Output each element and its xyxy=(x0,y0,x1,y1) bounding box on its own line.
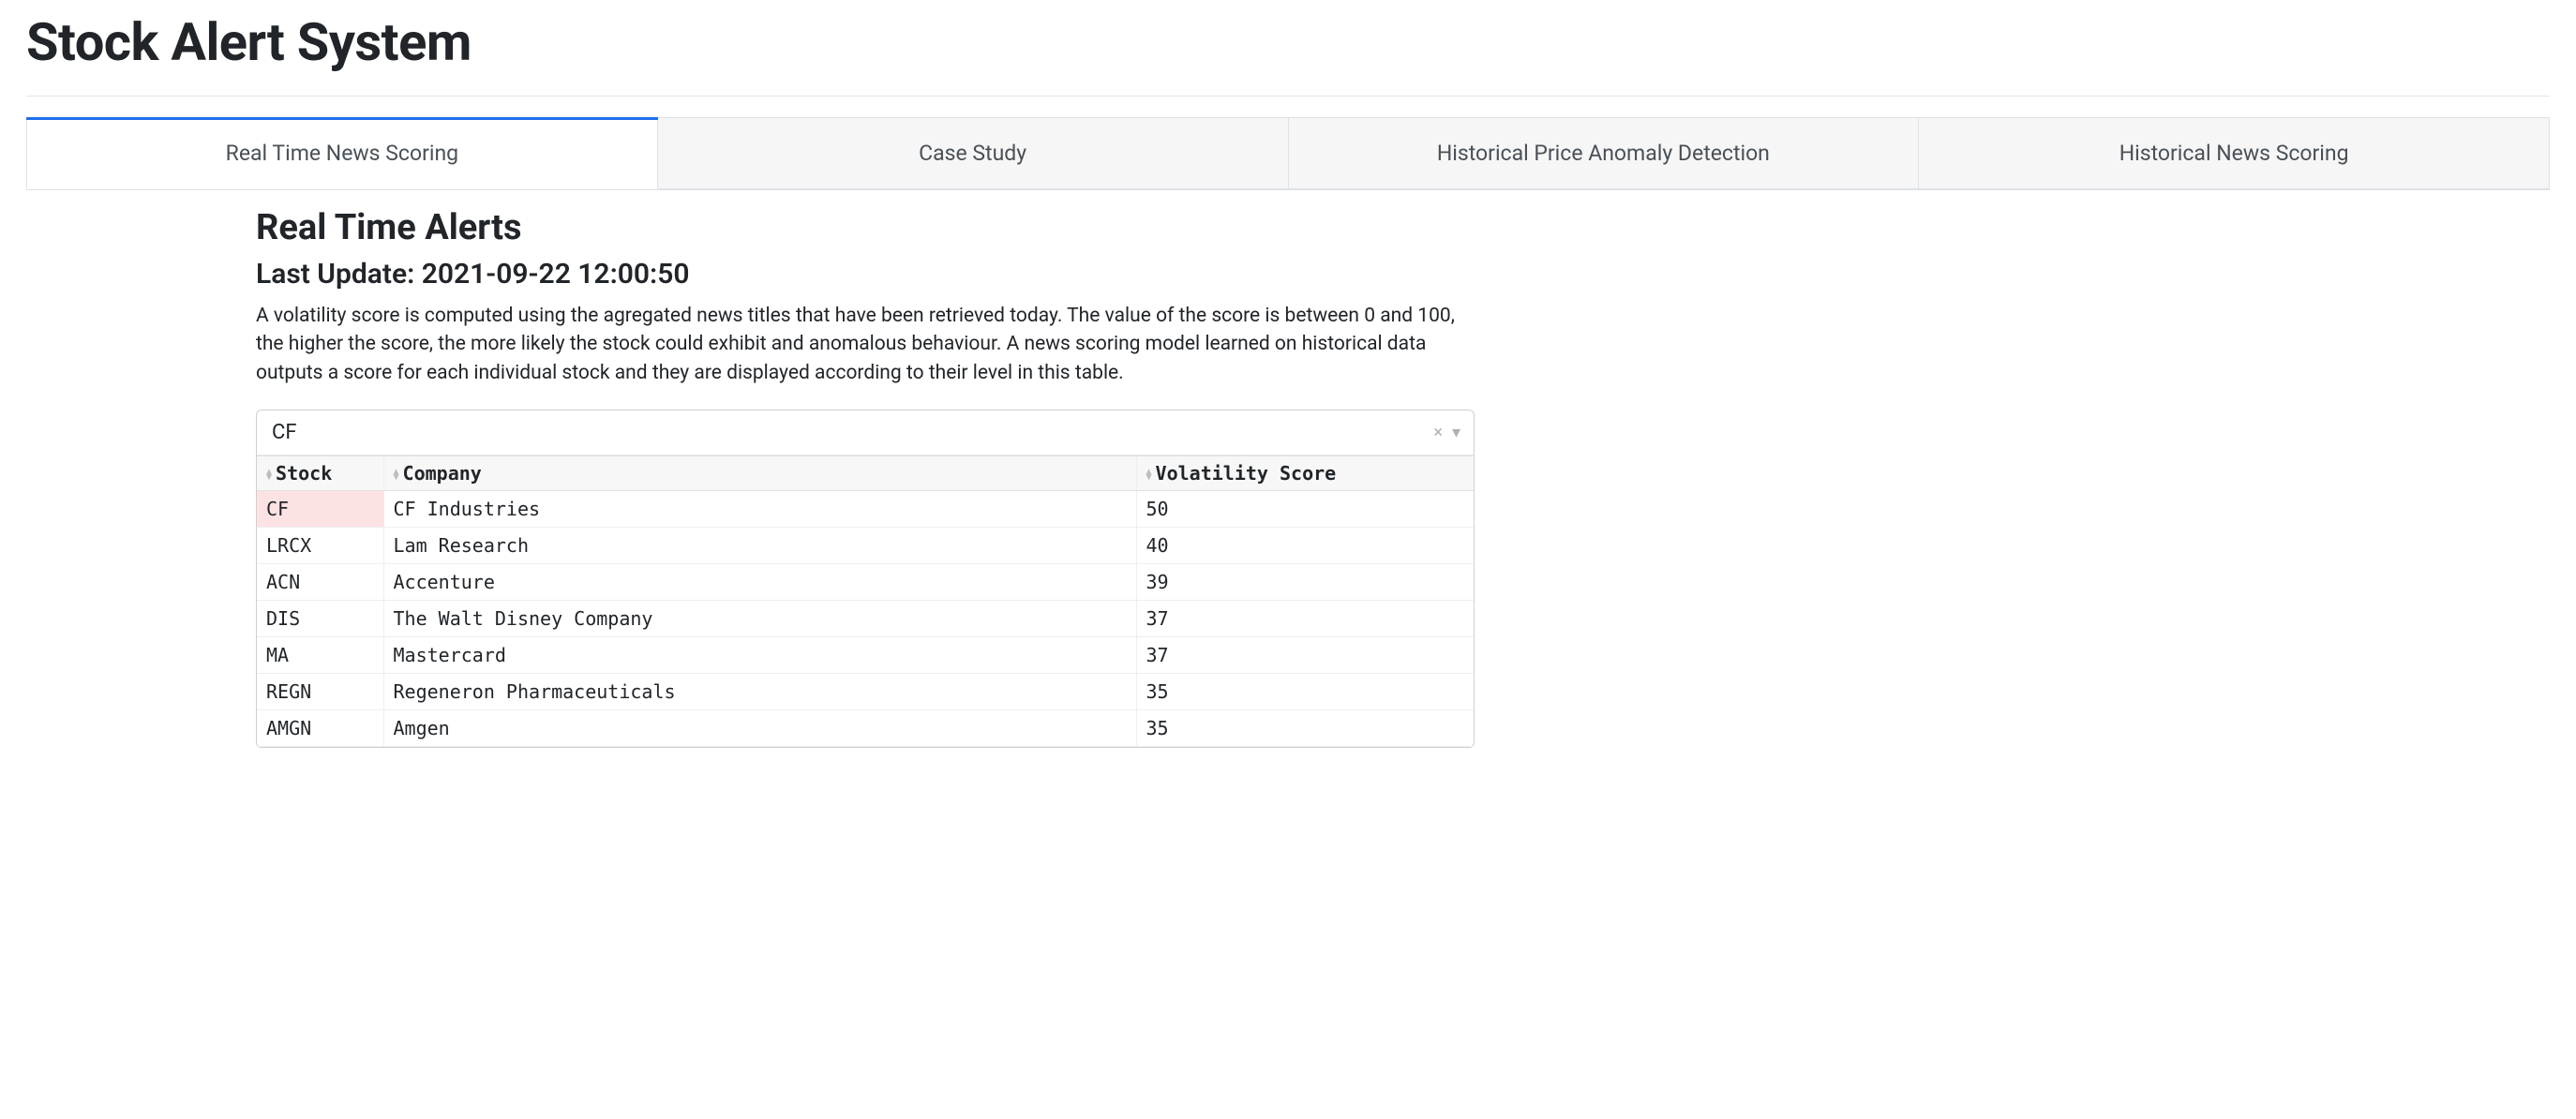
cell-company: The Walt Disney Company xyxy=(383,601,1136,637)
table-row[interactable]: LRCXLam Research40 xyxy=(257,528,1474,564)
table-row[interactable]: AMGNAmgen35 xyxy=(257,710,1474,747)
cell-company: CF Industries xyxy=(383,491,1136,528)
filter-input[interactable] xyxy=(270,420,1433,445)
main-content: Real Time Alerts Last Update: 2021-09-22… xyxy=(256,190,1475,748)
column-header-label: Volatility Score xyxy=(1156,462,1337,485)
data-table-container: × ▾ ▲▼ Stock ▲▼ Company ▲▼ Volatility Score C… xyxy=(256,410,1475,748)
tab-case-study[interactable]: Case Study xyxy=(658,117,1289,189)
title-separator xyxy=(26,96,2550,97)
column-header-label: Stock xyxy=(276,462,332,485)
table-row[interactable]: CFCF Industries50 xyxy=(257,491,1474,528)
dropdown-icon[interactable]: ▾ xyxy=(1452,425,1460,441)
table-row[interactable]: DISThe Walt Disney Company37 xyxy=(257,601,1474,637)
table-row[interactable]: ACNAccenture39 xyxy=(257,564,1474,601)
cell-company: Lam Research xyxy=(383,528,1136,564)
alerts-table: ▲▼ Stock ▲▼ Company ▲▼ Volatility Score CFCF … xyxy=(257,455,1474,747)
cell-company: Amgen xyxy=(383,710,1136,747)
last-update: Last Update: 2021-09-22 12:00:50 xyxy=(256,258,1475,291)
clear-filter-icon[interactable]: × xyxy=(1433,425,1443,441)
table-body: CFCF Industries50LRCXLam Research40ACNAc… xyxy=(257,491,1474,747)
sort-icon[interactable]: ▲▼ xyxy=(1146,470,1152,481)
cell-stock: ACN xyxy=(257,564,383,601)
column-header-company[interactable]: ▲▼ Company xyxy=(383,456,1136,491)
cell-stock: LRCX xyxy=(257,528,383,564)
table-row[interactable]: MAMastercard37 xyxy=(257,637,1474,674)
tab-historical-news-scoring[interactable]: Historical News Scoring xyxy=(1919,117,2550,189)
section-title: Real Time Alerts xyxy=(256,207,1475,248)
filter-row: × ▾ xyxy=(257,410,1474,455)
cell-score: 50 xyxy=(1136,491,1474,528)
page-title: Stock Alert System xyxy=(26,11,2550,79)
cell-company: Regeneron Pharmaceuticals xyxy=(383,674,1136,710)
cell-stock: CF xyxy=(257,491,383,528)
cell-company: Accenture xyxy=(383,564,1136,601)
cell-score: 37 xyxy=(1136,637,1474,674)
last-update-value: 2021-09-22 12:00:50 xyxy=(422,258,690,291)
cell-stock: REGN xyxy=(257,674,383,710)
column-header-stock[interactable]: ▲▼ Stock xyxy=(257,456,383,491)
cell-stock: AMGN xyxy=(257,710,383,747)
sort-icon[interactable]: ▲▼ xyxy=(394,470,399,481)
cell-stock: DIS xyxy=(257,601,383,637)
cell-stock: MA xyxy=(257,637,383,674)
filter-controls: × ▾ xyxy=(1433,425,1460,441)
tab-historical-price-anomaly-detection[interactable]: Historical Price Anomaly Detection xyxy=(1289,117,1920,189)
cell-score: 35 xyxy=(1136,674,1474,710)
last-update-prefix: Last Update: xyxy=(256,258,422,291)
tab-bar: Real Time News ScoringCase StudyHistoric… xyxy=(26,117,2550,190)
table-header-row: ▲▼ Stock ▲▼ Company ▲▼ Volatility Score xyxy=(257,456,1474,491)
cell-score: 35 xyxy=(1136,710,1474,747)
cell-score: 40 xyxy=(1136,528,1474,564)
column-header-score[interactable]: ▲▼ Volatility Score xyxy=(1136,456,1474,491)
tab-real-time-news-scoring[interactable]: Real Time News Scoring xyxy=(26,117,658,189)
sort-icon[interactable]: ▲▼ xyxy=(266,470,272,481)
column-header-label: Company xyxy=(403,462,482,485)
table-row[interactable]: REGNRegeneron Pharmaceuticals35 xyxy=(257,674,1474,710)
cell-score: 39 xyxy=(1136,564,1474,601)
cell-company: Mastercard xyxy=(383,637,1136,674)
cell-score: 37 xyxy=(1136,601,1474,637)
section-description: A volatility score is computed using the… xyxy=(256,302,1475,387)
